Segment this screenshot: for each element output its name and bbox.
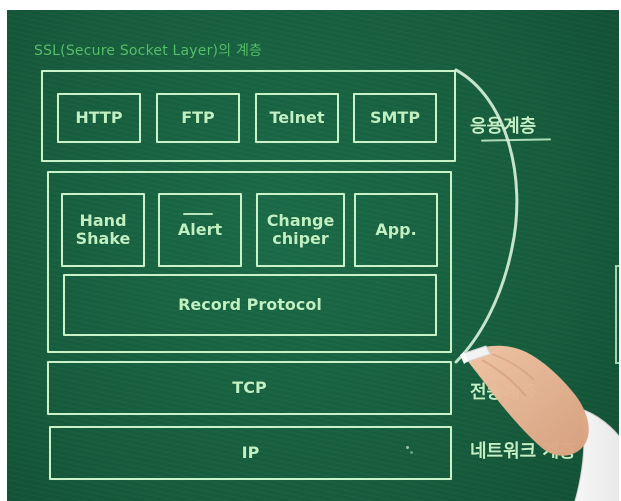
ftp-label: FTP xyxy=(181,107,215,127)
app-label: App. xyxy=(375,219,417,239)
app-box: App. xyxy=(354,193,438,267)
change-cipher-box: Change chiper xyxy=(256,193,345,267)
chalk-dot xyxy=(406,446,409,449)
alert-label: Alert xyxy=(177,219,223,239)
ip-label: IP xyxy=(241,442,260,462)
tcp-label: TCP xyxy=(232,377,267,397)
alert-overline-mark xyxy=(183,213,213,215)
change-cipher-label: Change chiper xyxy=(266,210,335,248)
chalk-dot xyxy=(410,451,413,454)
http-box: HTTP xyxy=(57,93,141,143)
presenter-hand-image xyxy=(460,345,619,501)
handshake-label: Hand Shake xyxy=(75,210,131,248)
record-protocol-label: Record Protocol xyxy=(178,294,322,314)
smtp-box: SMTP xyxy=(353,93,437,143)
ftp-box: FTP xyxy=(156,93,240,143)
lecture-frame: SSL(Secure Socket Layer)의 계층 HTTP FTP Te… xyxy=(0,0,621,501)
transport-layer-label: 전송계층 xyxy=(470,382,537,403)
smtp-label: SMTP xyxy=(369,107,421,127)
telnet-box: Telnet xyxy=(255,93,339,143)
chalkboard: SSL(Secure Socket Layer)의 계층 HTTP FTP Te… xyxy=(7,10,619,501)
handshake-box: Hand Shake xyxy=(61,193,145,267)
telnet-label: Telnet xyxy=(269,107,325,127)
alert-box: Alert xyxy=(158,193,242,267)
record-protocol-box: Record Protocol xyxy=(63,274,437,336)
application-layer-underline xyxy=(480,138,552,142)
network-layer-label: 네트워크 계층 xyxy=(470,441,576,462)
partial-drawing-edge xyxy=(615,265,619,364)
slide-title: SSL(Secure Socket Layer)의 계층 xyxy=(34,43,263,59)
http-label: HTTP xyxy=(75,107,123,127)
ip-box: IP xyxy=(49,426,452,480)
application-layer-label: 응용계층 xyxy=(470,116,537,137)
tcp-box: TCP xyxy=(47,361,452,415)
